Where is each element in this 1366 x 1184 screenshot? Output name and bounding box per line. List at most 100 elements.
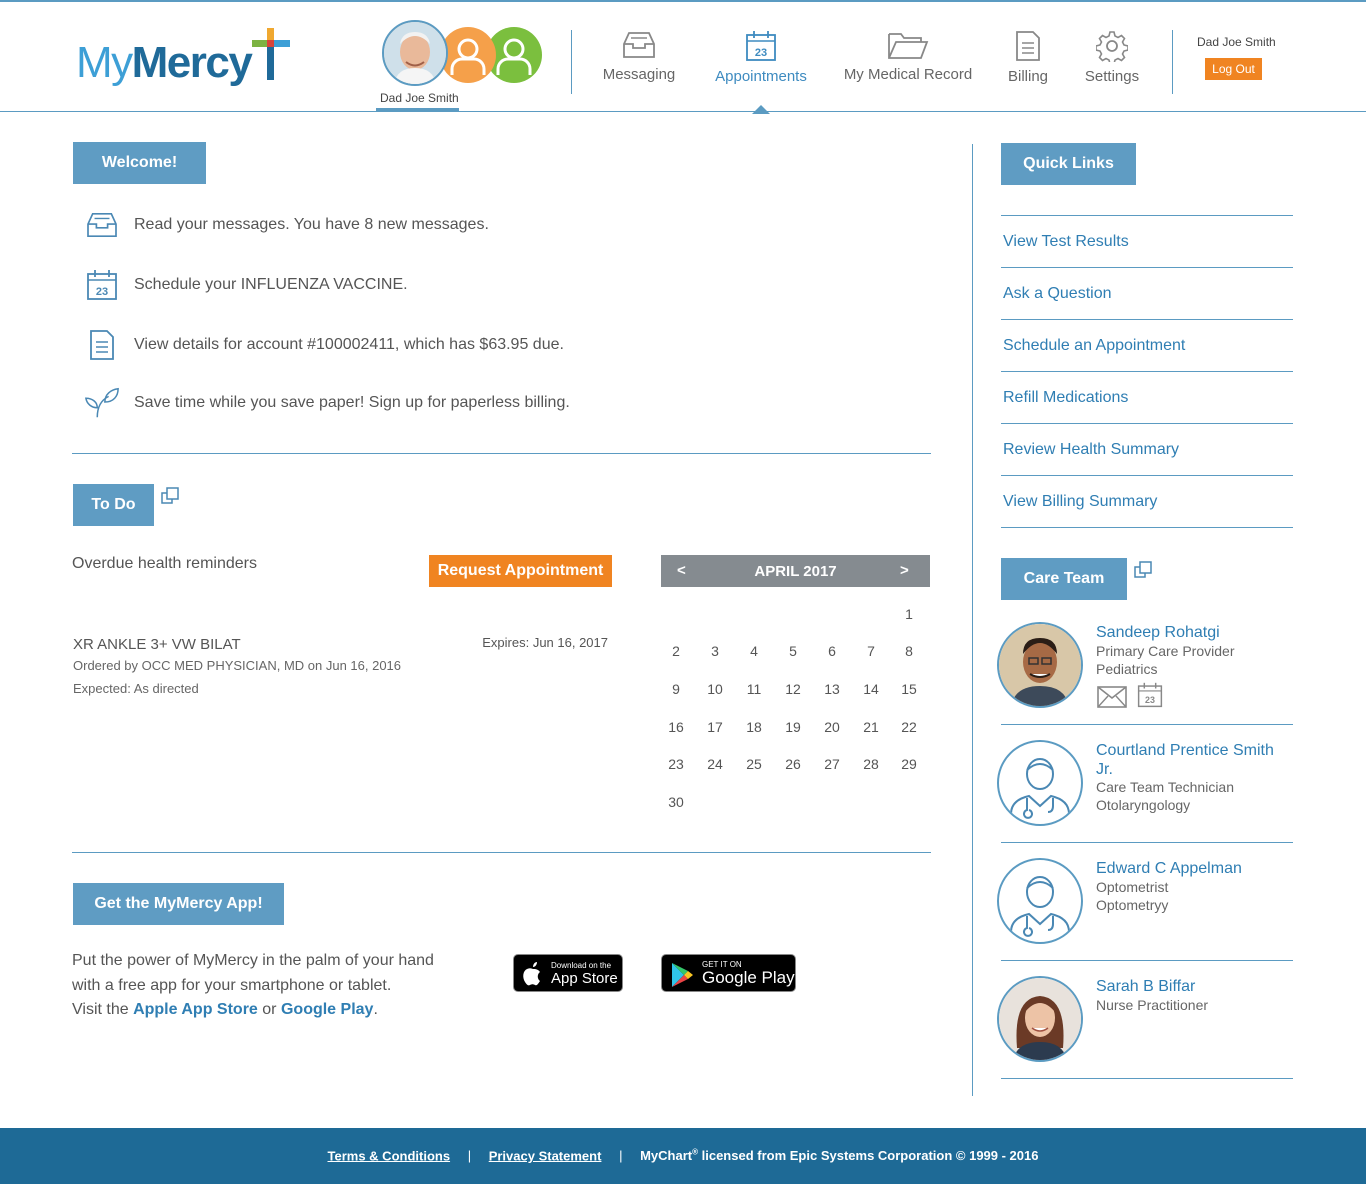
nav-medical-record-label: My Medical Record (843, 66, 973, 83)
calendar-day[interactable]: 27 (817, 756, 847, 772)
logout-button[interactable]: Log Out (1205, 58, 1262, 80)
quick-link-refill[interactable]: Refill Medications (1003, 389, 1128, 407)
calendar-day[interactable]: 11 (739, 681, 769, 697)
quick-link-ask-question[interactable]: Ask a Question (1003, 285, 1112, 303)
quick-link-billing-summary[interactable]: View Billing Summary (1003, 493, 1157, 511)
care-team-specialty: Optometryy (1096, 897, 1169, 913)
care-team-role: Optometrist (1096, 879, 1169, 895)
avatar-dad-joe-smith[interactable] (382, 20, 448, 86)
welcome-item-text: Schedule your INFLUENZA VACCINE. (134, 276, 408, 293)
google-play-link[interactable]: Google Play (281, 1001, 373, 1018)
care-team-name[interactable]: Sandeep Rohatgi (1096, 623, 1220, 642)
calendar-icon[interactable]: 23 (1137, 681, 1163, 709)
calendar-day[interactable]: 14 (856, 681, 886, 697)
popout-icon[interactable] (161, 487, 179, 505)
calendar-day[interactable]: 12 (778, 681, 808, 697)
apple-store-link[interactable]: Apple App Store (133, 1001, 258, 1018)
calendar-day[interactable]: 29 (894, 756, 924, 772)
section-divider (72, 852, 931, 853)
nav-messaging-label: Messaging (602, 66, 676, 83)
header-divider-right (1172, 30, 1173, 94)
calendar-day[interactable]: 15 (894, 681, 924, 697)
nav-medical-record[interactable]: My Medical Record (840, 30, 976, 83)
calendar-day[interactable]: 9 (661, 681, 691, 697)
nav-appointments[interactable]: 23 Appointments (708, 30, 814, 85)
active-user-underline (376, 108, 459, 111)
care-team-photo[interactable] (997, 858, 1083, 944)
care-team-divider (1001, 724, 1293, 725)
reminder-ordered-by: Ordered by OCC MED PHYSICIAN, MD on Jun … (73, 658, 402, 673)
quick-link-schedule[interactable]: Schedule an Appointment (1003, 337, 1185, 355)
svg-text:23: 23 (96, 286, 108, 298)
welcome-item-messages[interactable]: Read your messages. You have 8 new messa… (84, 207, 489, 243)
calendar-day[interactable]: 1 (894, 606, 924, 622)
google-play-badge[interactable]: GET IT ON Google Play (661, 954, 796, 992)
calendar-day[interactable]: 13 (817, 681, 847, 697)
quick-links-title: Quick Links (1001, 143, 1136, 185)
calendar-day[interactable]: 22 (894, 719, 924, 735)
reminder-expires: Expires: Jun 16, 2017 (482, 635, 608, 650)
care-team-photo[interactable] (997, 622, 1083, 708)
care-team-role: Primary Care Provider (1096, 643, 1235, 659)
envelope-icon[interactable] (1097, 686, 1127, 708)
popout-icon[interactable] (1134, 561, 1152, 579)
privacy-link[interactable]: Privacy Statement (489, 1148, 602, 1163)
avatar-orange[interactable] (440, 27, 496, 83)
calendar-day[interactable]: 6 (817, 643, 847, 659)
quick-link-test-results[interactable]: View Test Results (1003, 233, 1129, 251)
nav-settings[interactable]: Settings (1080, 30, 1144, 85)
todo-title: To Do (73, 484, 154, 526)
calendar-day[interactable]: 8 (894, 643, 924, 659)
terms-link[interactable]: Terms & Conditions (328, 1148, 451, 1163)
nav-billing[interactable]: Billing (1002, 30, 1054, 85)
care-team-photo[interactable] (997, 740, 1083, 826)
care-team-name-line1[interactable]: Courtland Prentice Smith (1096, 741, 1274, 760)
nav-messaging[interactable]: Messaging (598, 30, 680, 83)
request-appointment-button[interactable]: Request Appointment (429, 555, 612, 587)
calendar-day[interactable]: 19 (778, 719, 808, 735)
folder-icon (888, 33, 929, 59)
calendar-icon: 23 (746, 31, 776, 61)
calendar-day[interactable]: 25 (739, 756, 769, 772)
leaf-icon (84, 387, 119, 418)
welcome-item-vaccine[interactable]: 23 Schedule your INFLUENZA VACCINE. (84, 267, 408, 303)
calendar-day[interactable]: 30 (661, 794, 691, 810)
calendar-next-button[interactable]: > (900, 562, 909, 579)
calendar-day[interactable]: 3 (700, 643, 730, 659)
calendar-day[interactable]: 10 (700, 681, 730, 697)
calendar-icon: 23 (87, 270, 117, 300)
active-user-name: Dad Joe Smith (380, 91, 459, 105)
welcome-item-account[interactable]: View details for account #100002411, whi… (84, 327, 564, 363)
proxy-switcher[interactable]: Dad Joe Smith (376, 20, 550, 112)
license-pre: MyChart (640, 1148, 693, 1164)
calendar-day[interactable]: 17 (700, 719, 730, 735)
nav-billing-label: Billing (1007, 68, 1049, 85)
calendar-day[interactable]: 7 (856, 643, 886, 659)
calendar-day[interactable]: 18 (739, 719, 769, 735)
welcome-item-text: View details for account #100002411, whi… (134, 336, 564, 353)
document-icon (1016, 31, 1040, 61)
calendar-day[interactable]: 24 (700, 756, 730, 772)
care-team-photo[interactable] (997, 976, 1083, 1062)
top-header: MyMercy Dad Joe Smith Messaging 23 Appoi… (0, 0, 1366, 114)
header-divider (571, 30, 572, 94)
calendar-day[interactable]: 23 (661, 756, 691, 772)
calendar-day[interactable]: 2 (661, 643, 691, 659)
app-store-badge[interactable]: Download on the App Store (513, 954, 623, 992)
welcome-item-paperless[interactable]: Save time while you save paper! Sign up … (84, 385, 570, 421)
welcome-title: Welcome! (73, 142, 206, 184)
calendar-day[interactable]: 21 (856, 719, 886, 735)
quick-link-health-summary[interactable]: Review Health Summary (1003, 441, 1179, 459)
care-team-name-line2[interactable]: Jr. (1096, 760, 1113, 779)
mymercy-logo[interactable]: MyMercy (76, 28, 306, 92)
care-team-name[interactable]: Edward C Appelman (1096, 859, 1242, 878)
calendar-day[interactable]: 4 (739, 643, 769, 659)
calendar-day[interactable]: 20 (817, 719, 847, 735)
calendar-day[interactable]: 5 (778, 643, 808, 659)
logo-mercy-text: Mercy (131, 38, 253, 87)
calendar-day[interactable]: 16 (661, 719, 691, 735)
calendar-day[interactable]: 26 (778, 756, 808, 772)
calendar-day[interactable]: 28 (856, 756, 886, 772)
care-team-name[interactable]: Sarah B Biffar (1096, 977, 1195, 996)
doctor-placeholder-icon (1010, 758, 1070, 824)
